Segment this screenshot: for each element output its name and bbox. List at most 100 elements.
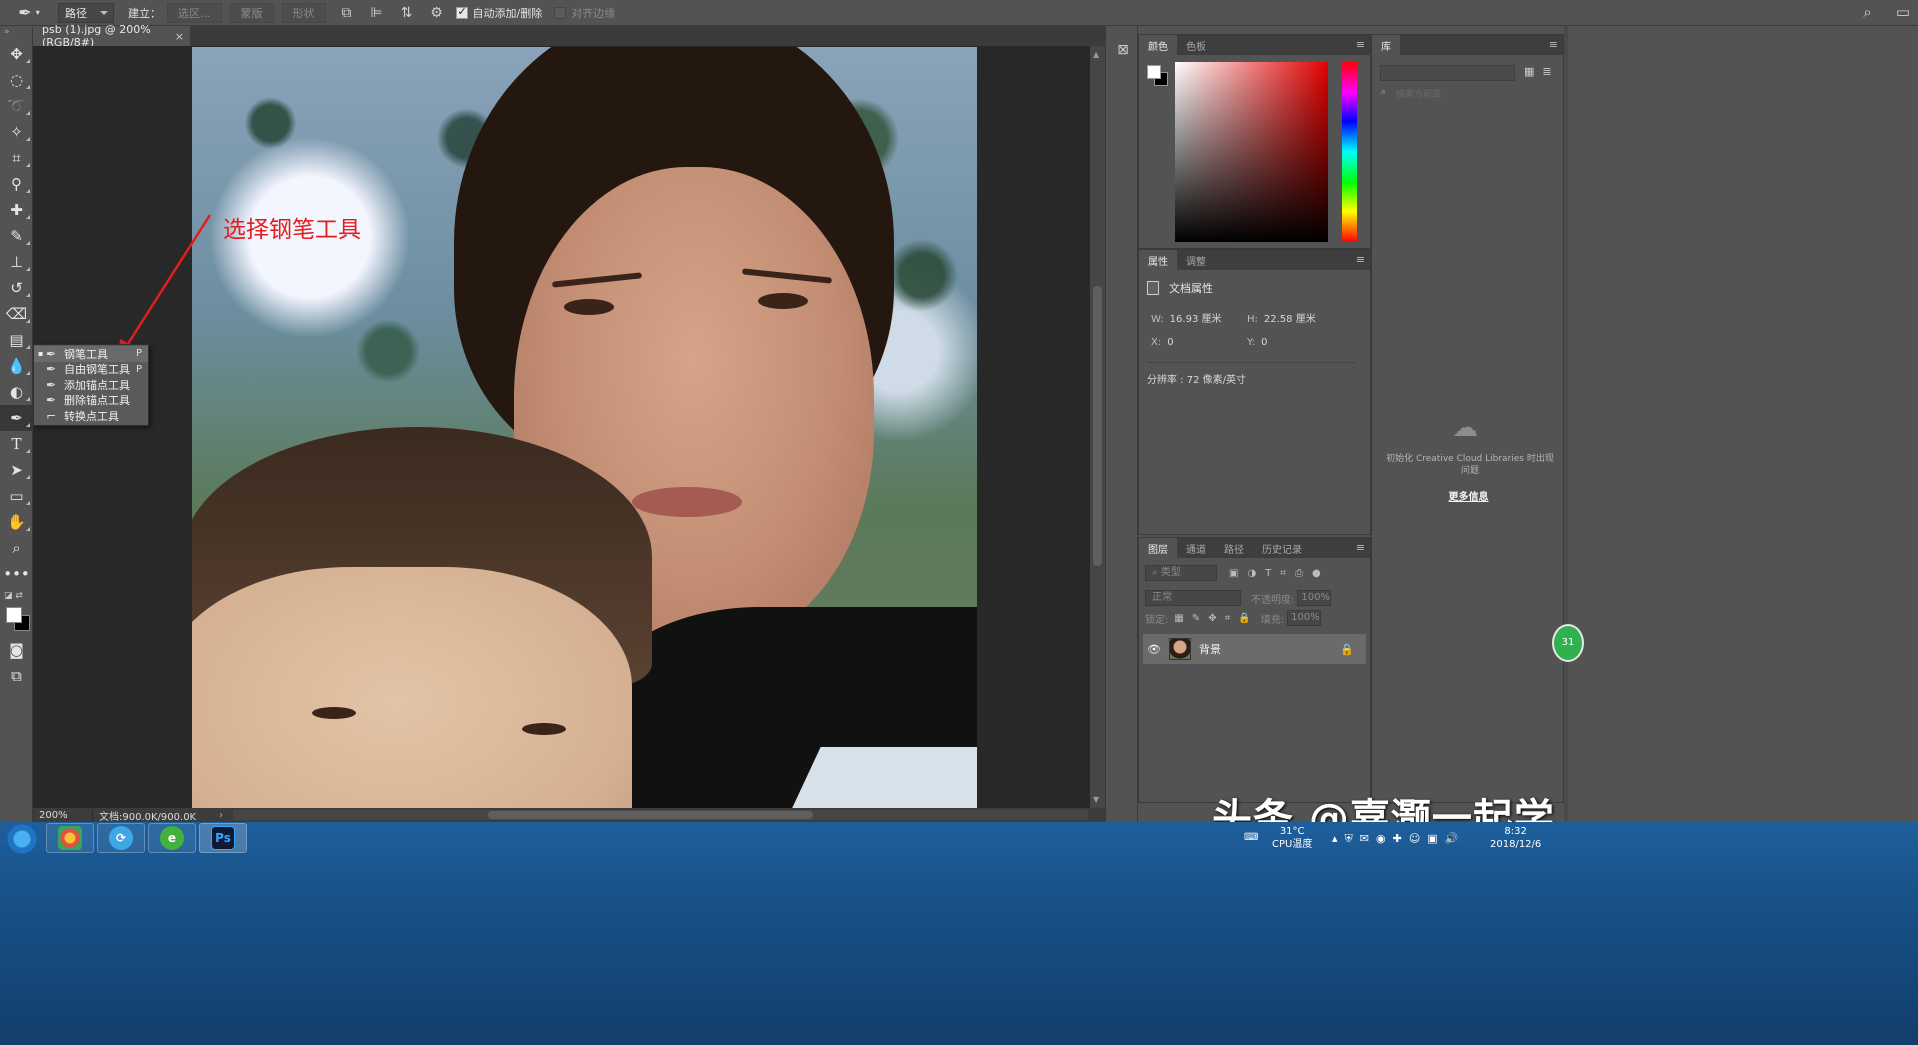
library-select[interactable] xyxy=(1380,65,1515,81)
clock[interactable]: 8:32 2018/12/6 xyxy=(1490,825,1541,851)
zoom-tool-icon[interactable]: ⌕ xyxy=(0,535,33,561)
blur-tool-icon[interactable]: 💧 xyxy=(0,353,33,379)
tray-app-icon-2[interactable]: ✚ xyxy=(1393,832,1402,846)
panel-menu-icon[interactable]: ≡ xyxy=(1356,541,1365,554)
x-value[interactable]: 0 xyxy=(1167,337,1173,348)
auto-add-delete-checkbox[interactable] xyxy=(455,5,468,19)
network-icon[interactable]: ▣ xyxy=(1427,832,1437,846)
collapse-icon[interactable]: » xyxy=(0,27,32,41)
scroll-thumb[interactable] xyxy=(488,811,813,819)
grid-view-icon[interactable]: ▦ xyxy=(1524,65,1534,78)
gradient-tool-icon[interactable]: ▤ xyxy=(0,327,33,353)
filter-toggle-icon[interactable]: ● xyxy=(1312,568,1321,579)
tool-preset-picker[interactable]: ✒ ▾ xyxy=(0,0,58,26)
visibility-eye-icon[interactable]: 👁 xyxy=(1143,643,1165,656)
move-tool-icon[interactable]: ✥ xyxy=(0,41,33,67)
more-tools-icon[interactable]: ••• xyxy=(0,561,33,587)
flyout-item-delete-anchor[interactable]: ✒ 删除锚点工具 xyxy=(34,393,148,409)
gear-icon[interactable]: ⚙ xyxy=(424,3,450,23)
horizontal-scrollbar[interactable] xyxy=(233,810,1088,820)
path-arrangement-icon[interactable]: ⇅ xyxy=(394,3,420,23)
tab-swatches[interactable]: 色板 xyxy=(1177,35,1215,55)
vertical-scrollbar[interactable]: ▲ ▼ xyxy=(1090,46,1105,808)
more-info-link[interactable]: 更多信息 xyxy=(1372,488,1565,503)
layer-row[interactable]: 👁 背景 🔒 xyxy=(1143,634,1366,664)
magic-wand-tool-icon[interactable]: ✧ xyxy=(0,119,33,145)
lock-position-icon[interactable]: ✥ xyxy=(1208,613,1216,624)
tab-channels[interactable]: 通道 xyxy=(1177,538,1215,558)
brush-settings-icon[interactable]: ⊠ xyxy=(1112,42,1134,64)
keyboard-icon[interactable]: ⌨ xyxy=(1244,832,1258,843)
volume-icon[interactable]: 🔊 xyxy=(1445,832,1459,846)
healing-brush-tool-icon[interactable]: ✚ xyxy=(0,197,33,223)
screen-mode-icon[interactable]: ⧉ xyxy=(0,663,33,689)
quick-mask-icon[interactable]: ◙ xyxy=(0,637,33,663)
pen-mode-select[interactable]: 路径 xyxy=(58,2,114,23)
scroll-up-icon[interactable]: ▲ xyxy=(1093,50,1099,59)
width-value[interactable]: 16.93 厘米 xyxy=(1170,314,1222,325)
lock-artboard-icon[interactable]: ⌗ xyxy=(1225,613,1231,624)
path-selection-tool-icon[interactable]: ➤ xyxy=(0,457,33,483)
shape-tool-icon[interactable]: ▭ xyxy=(0,483,33,509)
adjustment-filter-icon[interactable]: ◑ xyxy=(1247,568,1256,579)
tray-expand-icon[interactable]: ▴ xyxy=(1332,832,1338,846)
crop-tool-icon[interactable]: ⌗ xyxy=(0,145,33,171)
zoom-level[interactable]: 200% xyxy=(33,809,93,821)
wechat-icon[interactable]: ✉ xyxy=(1360,832,1369,846)
panel-menu-icon[interactable]: ≡ xyxy=(1356,253,1365,266)
blend-mode-select[interactable]: 正常 xyxy=(1145,590,1241,606)
default-colors-icon[interactable]: ◪ ⇄ xyxy=(4,591,23,601)
lock-transparent-icon[interactable]: ▦ xyxy=(1174,613,1183,624)
make-mask-button[interactable]: 蒙版 xyxy=(229,2,274,23)
pen-tool-icon[interactable]: ✒ xyxy=(0,405,33,431)
panel-menu-icon[interactable]: ≡ xyxy=(1356,38,1365,51)
marquee-tool-icon[interactable]: ◌ xyxy=(0,67,33,93)
brush-tool-icon[interactable]: ✎ xyxy=(0,223,33,249)
tab-layers[interactable]: 图层 xyxy=(1139,538,1177,558)
document-tab[interactable]: psb (1).jpg @ 200%(RGB/8#) × xyxy=(33,23,190,49)
cpu-temperature[interactable]: 31°C CPU温度 xyxy=(1272,825,1312,851)
foreground-color-swatch[interactable] xyxy=(6,607,22,623)
lock-image-icon[interactable]: ✎ xyxy=(1192,613,1200,624)
type-filter-icon[interactable]: T xyxy=(1265,568,1271,579)
list-view-icon[interactable]: ≣ xyxy=(1542,65,1551,78)
eyedropper-tool-icon[interactable]: ⚲ xyxy=(0,171,33,197)
library-search-input[interactable]: ⌕ 搜索当前库 xyxy=(1378,87,1558,103)
scroll-down-icon[interactable]: ▼ xyxy=(1093,795,1099,804)
height-value[interactable]: 22.58 厘米 xyxy=(1264,314,1316,325)
make-selection-button[interactable]: 选区... xyxy=(167,2,222,23)
start-button[interactable] xyxy=(2,824,42,854)
stamp-tool-icon[interactable]: ⊥ xyxy=(0,249,33,275)
security-shield-icon[interactable]: ⛨ xyxy=(1345,832,1353,846)
taskbar-app-photoshop[interactable]: Ps xyxy=(199,823,247,853)
path-operations-icon[interactable]: ⧉ xyxy=(334,3,360,23)
search-icon[interactable]: ⌕ xyxy=(1863,3,1871,21)
shape-filter-icon[interactable]: ⌗ xyxy=(1280,568,1286,579)
dodge-tool-icon[interactable]: ◐ xyxy=(0,379,33,405)
tab-libraries[interactable]: 库 xyxy=(1372,35,1400,55)
pixel-filter-icon[interactable]: ▣ xyxy=(1229,568,1238,579)
taskbar-app-explorer[interactable]: ⟳ xyxy=(97,823,145,853)
lasso-tool-icon[interactable]: ➰ xyxy=(0,93,33,119)
tab-adjustments[interactable]: 调整 xyxy=(1177,250,1215,270)
floating-green-badge[interactable]: 31 xyxy=(1552,624,1584,662)
layer-name[interactable]: 背景 xyxy=(1199,641,1221,657)
canvas-area[interactable] xyxy=(33,46,1090,808)
flyout-item-freeform-pen[interactable]: ✒ 自由钢笔工具 P xyxy=(34,362,148,378)
hand-tool-icon[interactable]: ✋ xyxy=(0,509,33,535)
close-icon[interactable]: × xyxy=(175,30,184,43)
tray-app-icon[interactable]: ◉ xyxy=(1376,832,1386,846)
smart-object-filter-icon[interactable]: ⎙ xyxy=(1295,568,1303,579)
layer-filter-select[interactable]: ⌕ 类型 xyxy=(1145,565,1217,581)
make-shape-button[interactable]: 形状 xyxy=(281,2,326,23)
tab-history[interactable]: 历史记录 xyxy=(1253,538,1311,558)
qq-icon[interactable]: ☺ xyxy=(1409,832,1420,846)
taskbar-app-browser[interactable] xyxy=(46,823,94,853)
tab-color[interactable]: 颜色 xyxy=(1139,35,1177,55)
lock-all-icon[interactable]: 🔒 xyxy=(1238,613,1250,624)
opacity-field[interactable]: 100% xyxy=(1297,590,1332,606)
path-alignment-icon[interactable]: ⊫ xyxy=(364,3,390,23)
eraser-tool-icon[interactable]: ⌫ xyxy=(0,301,33,327)
tab-paths[interactable]: 路径 xyxy=(1215,538,1253,558)
workspace-icon[interactable]: ▭ xyxy=(1896,3,1910,21)
